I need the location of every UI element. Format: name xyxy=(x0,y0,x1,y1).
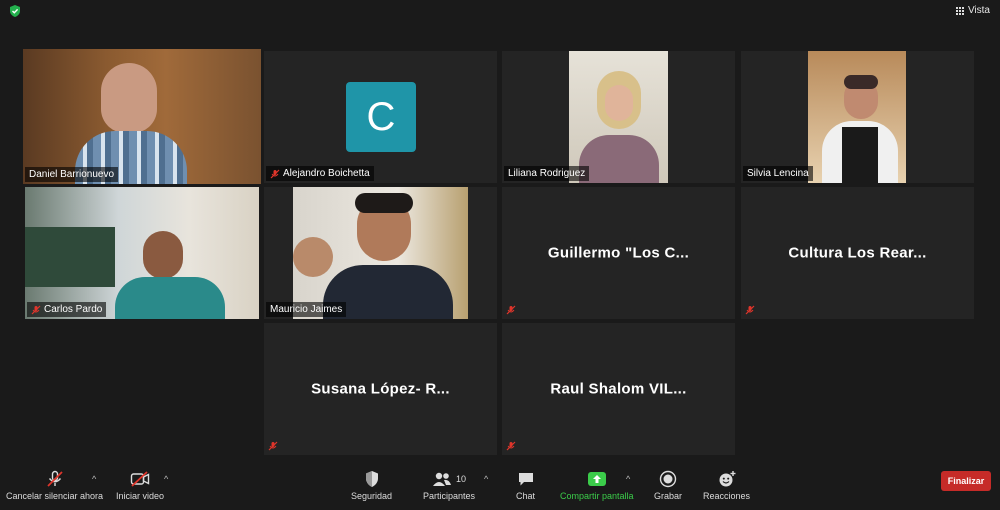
start-video-label: Iniciar video xyxy=(116,491,165,501)
name-tile-cultura[interactable]: Cultura Los Rear... xyxy=(741,187,974,319)
participants-options-caret[interactable]: ^ xyxy=(484,474,488,484)
name-tile-guillermo[interactable]: Guillermo "Los C... xyxy=(502,187,735,319)
start-video-button[interactable]: Iniciar video xyxy=(116,470,164,501)
audio-options-caret[interactable]: ^ xyxy=(92,474,96,484)
view-label: Vista xyxy=(967,5,990,16)
muted-mic-icon xyxy=(268,441,278,451)
participant-name: Daniel Barrionuevo xyxy=(25,167,119,182)
avatar: C xyxy=(346,82,416,152)
participants-label: Participantes xyxy=(423,491,476,501)
video-tile-liliana[interactable]: Liliana Rodriguez xyxy=(502,51,735,183)
record-icon xyxy=(659,470,677,488)
shield-icon xyxy=(365,471,378,487)
video-off-icon xyxy=(130,471,150,487)
end-meeting-button[interactable]: Finalizar xyxy=(941,471,991,491)
participant-video xyxy=(25,187,259,319)
view-button[interactable]: Vista xyxy=(955,5,990,16)
record-button[interactable]: Grabar xyxy=(654,470,682,501)
video-tile-mauricio[interactable]: Mauricio Jaimes xyxy=(264,187,497,319)
muted-mic-icon xyxy=(270,169,280,178)
chat-button[interactable]: Chat xyxy=(516,470,535,501)
share-screen-icon xyxy=(587,472,606,486)
participant-name: Liliana Rodriguez xyxy=(504,166,590,181)
participants-icon xyxy=(433,472,451,486)
muted-mic-icon xyxy=(506,441,516,451)
grid-view-icon xyxy=(955,6,964,15)
security-shield-icon[interactable] xyxy=(8,4,22,18)
video-tile-carlos[interactable]: Carlos Pardo xyxy=(25,187,259,319)
participant-display-name: Susana López- R... xyxy=(311,380,450,398)
participant-video xyxy=(808,51,906,183)
video-tile-silvia[interactable]: Silvia Lencina xyxy=(741,51,974,183)
participant-name: Alejandro Boichetta xyxy=(266,166,374,181)
share-screen-button[interactable]: Compartir pantalla xyxy=(560,470,634,501)
video-tile-alejandro[interactable]: C Alejandro Boichetta xyxy=(264,51,497,183)
unmute-label: Cancelar silenciar ahora xyxy=(6,491,104,501)
security-button[interactable]: Seguridad xyxy=(351,470,392,501)
chat-label: Chat xyxy=(516,491,536,501)
muted-mic-icon xyxy=(745,305,755,315)
participant-name: Mauricio Jaimes xyxy=(266,302,347,317)
muted-mic-icon xyxy=(31,305,41,314)
participant-video xyxy=(569,51,668,183)
share-screen-label: Compartir pantalla xyxy=(560,491,634,501)
participants-count: 10 xyxy=(456,474,467,484)
top-bar: Vista xyxy=(0,0,1000,24)
muted-mic-icon xyxy=(46,470,63,487)
video-options-caret[interactable]: ^ xyxy=(164,474,168,484)
video-tile-daniel[interactable]: Daniel Barrionuevo xyxy=(23,49,261,184)
participant-display-name: Cultura Los Rear... xyxy=(788,244,927,262)
participant-video xyxy=(293,187,468,319)
security-label: Seguridad xyxy=(351,491,393,501)
participant-name: Carlos Pardo xyxy=(27,302,107,317)
reactions-button[interactable]: Reacciones xyxy=(703,470,750,501)
participant-display-name: Raul Shalom VIL... xyxy=(550,380,687,398)
name-tile-raul[interactable]: Raul Shalom VIL... xyxy=(502,323,735,455)
participants-button[interactable]: 10 Participantes xyxy=(423,470,475,501)
participant-video xyxy=(23,49,261,184)
muted-mic-icon xyxy=(506,305,516,315)
chat-icon xyxy=(518,473,533,486)
participant-name: Silvia Lencina xyxy=(743,166,813,181)
reactions-icon xyxy=(719,471,736,487)
name-tile-susana[interactable]: Susana López- R... xyxy=(264,323,497,455)
participant-display-name: Guillermo "Los C... xyxy=(547,244,690,262)
share-options-caret[interactable]: ^ xyxy=(626,474,630,484)
unmute-button[interactable]: Cancelar silenciar ahora xyxy=(6,470,103,501)
reactions-label: Reacciones xyxy=(703,491,751,501)
record-label: Grabar xyxy=(654,491,683,501)
meeting-toolbar: Cancelar silenciar ahora ^ Iniciar video… xyxy=(0,464,1000,510)
